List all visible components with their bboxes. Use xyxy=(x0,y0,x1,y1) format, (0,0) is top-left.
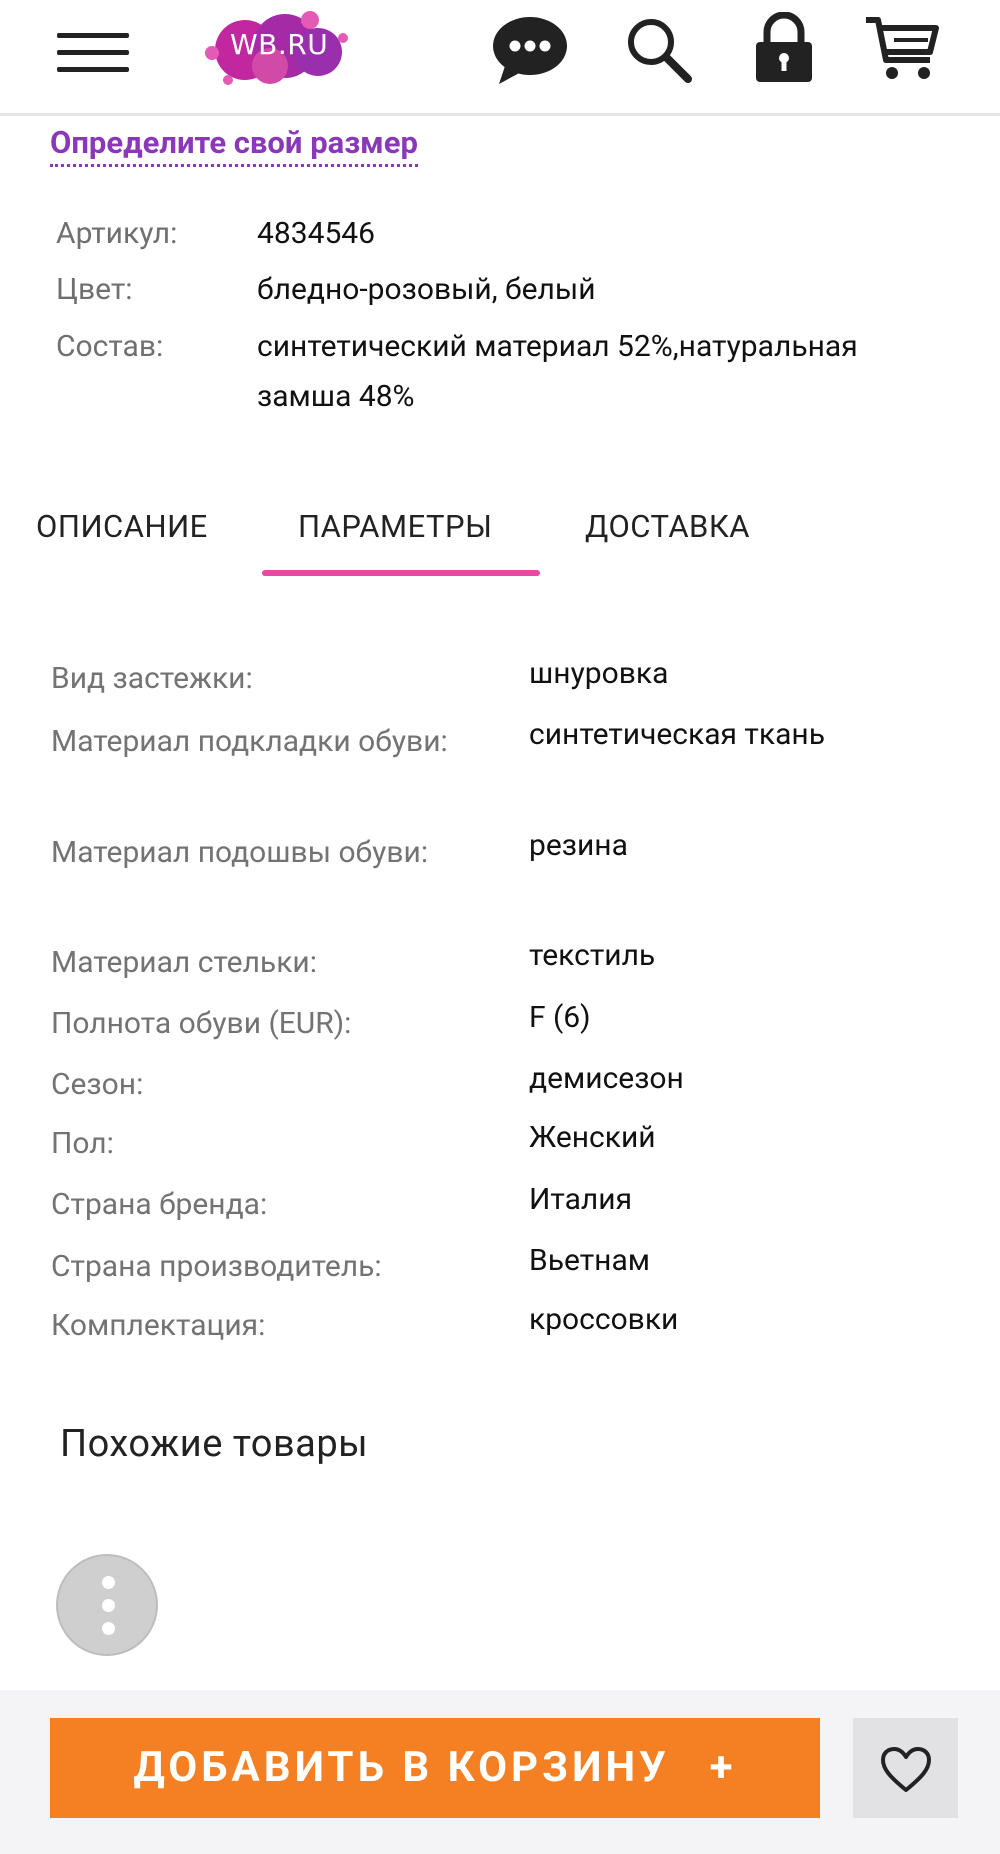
param-value: шнуровка xyxy=(529,656,669,691)
param-label: Материал подошвы обуви: xyxy=(51,835,429,870)
tab-delivery[interactable]: ДОСТАВКА xyxy=(585,508,750,545)
plus-icon: + xyxy=(709,1743,737,1792)
param-value: демисезон xyxy=(529,1061,684,1096)
color-label: Цвет: xyxy=(56,272,133,307)
add-to-cart-label: ДОБАВИТЬ В КОРЗИНУ xyxy=(133,1743,670,1792)
more-dots-icon xyxy=(102,1622,115,1635)
heart-icon xyxy=(881,1747,931,1792)
article-value: 4834546 xyxy=(257,216,376,251)
favorite-button[interactable] xyxy=(853,1718,958,1818)
param-label: Страна производитель: xyxy=(51,1249,382,1284)
param-value: текстиль xyxy=(529,938,656,973)
menu-icon[interactable] xyxy=(57,33,129,73)
tab-parameters[interactable]: ПАРАМЕТРЫ xyxy=(298,508,492,545)
cart-icon[interactable] xyxy=(864,14,940,82)
more-dots-icon xyxy=(102,1576,115,1589)
active-tab-indicator xyxy=(262,570,540,576)
param-label: Материал подкладки обуви: xyxy=(51,724,448,759)
lock-icon[interactable] xyxy=(754,12,814,84)
param-label: Страна бренда: xyxy=(51,1187,268,1222)
color-value: бледно-розовый, белый xyxy=(257,272,596,307)
more-options-button[interactable] xyxy=(56,1554,158,1656)
param-label: Вид застежки: xyxy=(51,661,253,696)
param-value: Женский xyxy=(529,1120,656,1155)
search-icon[interactable] xyxy=(625,16,693,84)
param-value: кроссовки xyxy=(529,1302,679,1337)
size-finder-link[interactable]: Определите свой размер xyxy=(50,124,418,167)
add-to-cart-button[interactable]: ДОБАВИТЬ В КОРЗИНУ + xyxy=(50,1718,820,1818)
logo-text: WB.RU xyxy=(230,28,329,61)
composition-label: Состав: xyxy=(56,329,164,364)
param-label: Сезон: xyxy=(51,1067,144,1102)
param-label: Комплектация: xyxy=(51,1308,266,1343)
param-label: Материал стельки: xyxy=(51,945,318,980)
param-label: Полнота обуви (EUR): xyxy=(51,1006,352,1041)
more-dots-icon xyxy=(102,1599,115,1612)
tab-description[interactable]: ОПИСАНИЕ xyxy=(36,508,208,545)
composition-value: синтетический материал 52%,натуральная з… xyxy=(257,329,858,414)
param-value: синтетическая ткань xyxy=(529,717,825,752)
article-label: Артикул: xyxy=(56,216,178,251)
chat-icon[interactable] xyxy=(491,14,569,86)
param-label: Пол: xyxy=(51,1126,114,1161)
param-value: F (6) xyxy=(529,1000,591,1035)
param-value: Италия xyxy=(529,1182,633,1217)
similar-products-title: Похожие товары xyxy=(60,1422,369,1466)
param-value: резина xyxy=(529,828,628,863)
param-value: Вьетнам xyxy=(529,1243,651,1278)
top-header: WB.RU xyxy=(0,0,1000,116)
